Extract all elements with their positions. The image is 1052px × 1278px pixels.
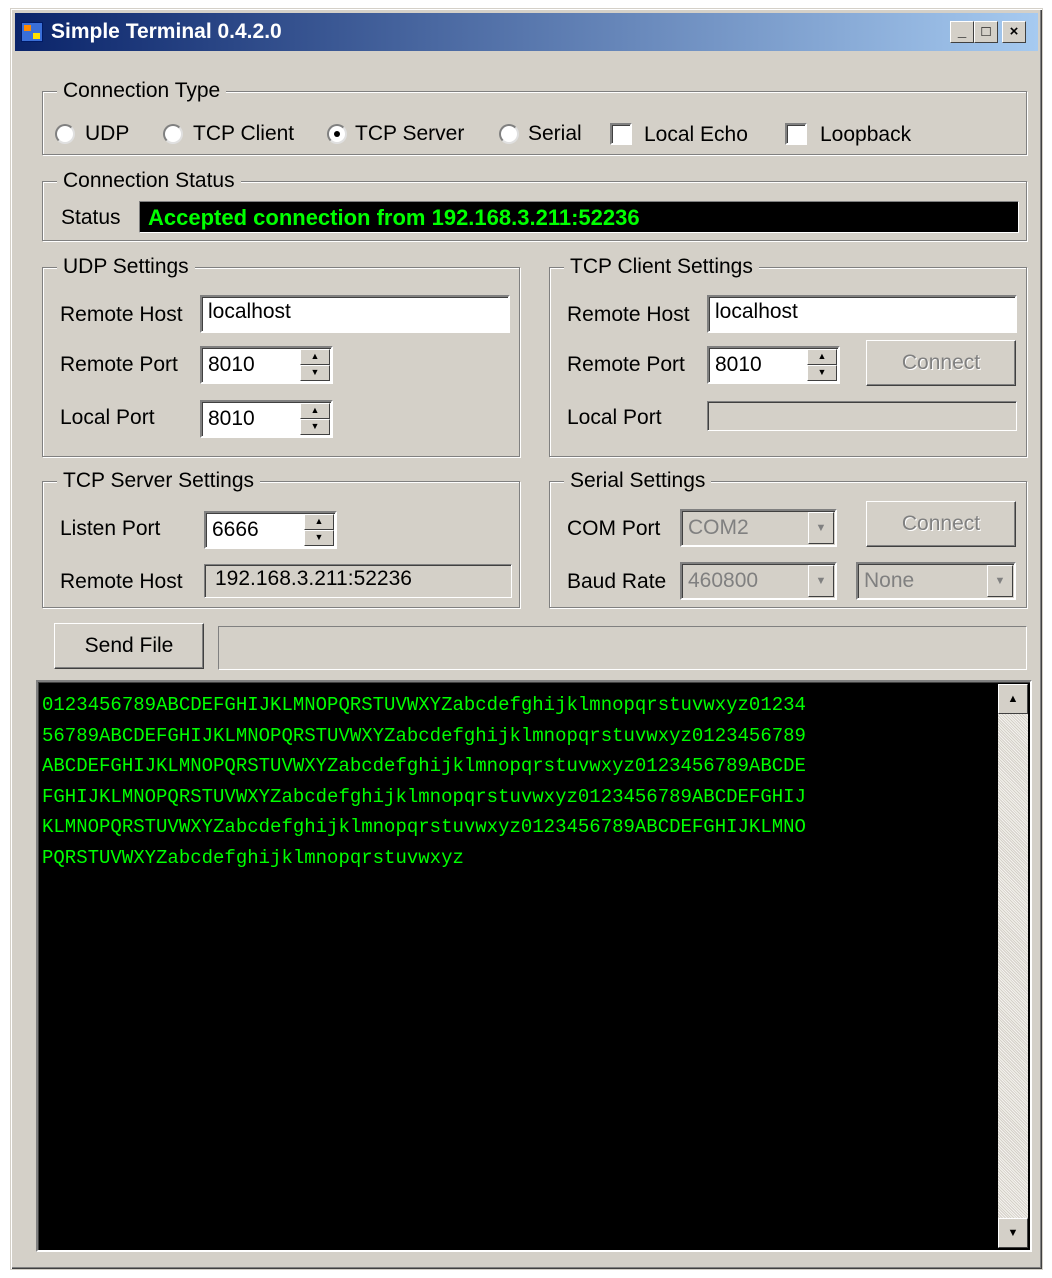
udp-local-port-label: Local Port — [60, 406, 155, 429]
udp-radio-label[interactable]: UDP — [85, 122, 129, 146]
local-echo-checkbox[interactable] — [610, 123, 632, 145]
status-display: Accepted connection from 192.168.3.211:5… — [139, 201, 1019, 233]
tcp-client-connect-button[interactable]: Connect — [866, 340, 1016, 386]
com-port-label: COM Port — [567, 517, 661, 540]
chevron-down-icon[interactable]: ▼ — [808, 565, 834, 597]
serial-settings-group: Serial Settings COM Port COM2 ▼ Connect … — [549, 469, 1027, 608]
window-title: Simple Terminal 0.4.2.0 — [51, 20, 282, 43]
tcp-server-settings-group: TCP Server Settings Listen Port 6666 ▲ ▼… — [42, 469, 520, 608]
spin-down-icon[interactable]: ▼ — [304, 530, 334, 546]
send-file-button[interactable]: Send File — [54, 623, 204, 669]
tcp-client-remote-port-stepper[interactable]: 8010 ▲ ▼ — [707, 346, 840, 384]
scroll-down-icon[interactable]: ▼ — [998, 1218, 1028, 1248]
serial-radio[interactable] — [499, 124, 519, 144]
connection-status-group: Connection Status Status Accepted connec… — [42, 169, 1027, 241]
udp-settings-group: UDP Settings Remote Host localhost Remot… — [42, 255, 520, 457]
udp-remote-port-label: Remote Port — [60, 353, 178, 376]
tcp-client-local-port-label: Local Port — [567, 406, 662, 429]
title-bar[interactable]: Simple Terminal 0.4.2.0 _ □ × — [15, 13, 1038, 51]
baud-rate-label: Baud Rate — [567, 570, 667, 593]
serial-radio-label[interactable]: Serial — [528, 122, 582, 146]
maximize-button[interactable]: □ — [974, 21, 998, 43]
spin-up-icon[interactable]: ▲ — [807, 349, 837, 365]
app-window: Simple Terminal 0.4.2.0 _ □ × Connection… — [10, 8, 1043, 1270]
loopback-label[interactable]: Loopback — [820, 123, 911, 147]
terminal-text: 0123456789ABCDEFGHIJKLMNOPQRSTUVWXYZabcd… — [42, 694, 806, 869]
tcp-server-radio[interactable] — [327, 124, 347, 144]
app-icon[interactable] — [21, 22, 43, 42]
loopback-checkbox[interactable] — [785, 123, 807, 145]
spin-up-icon[interactable]: ▲ — [304, 514, 334, 530]
tcp-client-remote-port-value: 8010 — [715, 353, 762, 376]
local-echo-label[interactable]: Local Echo — [644, 123, 748, 147]
listen-port-stepper[interactable]: 6666 ▲ ▼ — [204, 511, 337, 549]
spin-up-icon[interactable]: ▲ — [300, 349, 330, 365]
spin-down-icon[interactable]: ▼ — [300, 419, 330, 435]
tcp-client-remote-host-input[interactable]: localhost — [707, 295, 1017, 333]
udp-remote-port-stepper[interactable]: 8010 ▲ ▼ — [200, 346, 333, 384]
udp-remote-port-value: 8010 — [208, 353, 255, 376]
udp-remote-host-label: Remote Host — [60, 303, 183, 326]
tcp-client-remote-host-label: Remote Host — [567, 303, 690, 326]
com-port-select[interactable]: COM2 ▼ — [680, 509, 837, 547]
tcp-client-local-port-field — [707, 401, 1017, 431]
connection-type-legend: Connection Type — [57, 79, 227, 103]
close-button[interactable]: × — [1002, 21, 1026, 43]
connection-type-group: Connection Type UDP TCP Client TCP Serve… — [42, 79, 1027, 155]
listen-port-value: 6666 — [212, 518, 259, 541]
scroll-up-icon[interactable]: ▲ — [998, 684, 1028, 714]
parity-select[interactable]: None ▼ — [856, 562, 1016, 600]
udp-radio[interactable] — [55, 124, 75, 144]
tcp-client-radio[interactable] — [163, 124, 183, 144]
udp-local-port-stepper[interactable]: 8010 ▲ ▼ — [200, 400, 333, 438]
tcp-client-settings-group: TCP Client Settings Remote Host localhos… — [549, 255, 1027, 457]
chevron-down-icon[interactable]: ▼ — [987, 565, 1013, 597]
minimize-button[interactable]: _ — [950, 21, 974, 43]
udp-remote-host-input[interactable]: localhost — [200, 295, 510, 333]
serial-settings-legend: Serial Settings — [564, 469, 712, 493]
spin-down-icon[interactable]: ▼ — [300, 365, 330, 381]
chevron-down-icon[interactable]: ▼ — [808, 512, 834, 544]
tcp-client-settings-legend: TCP Client Settings — [564, 255, 759, 279]
listen-port-label: Listen Port — [60, 517, 161, 540]
send-file-progress-bar — [218, 626, 1027, 670]
connection-status-legend: Connection Status — [57, 169, 241, 193]
tcp-server-remote-host-label: Remote Host — [60, 570, 183, 593]
tcp-server-settings-legend: TCP Server Settings — [57, 469, 261, 493]
baud-rate-value: 460800 — [688, 569, 759, 592]
tcp-server-radio-label[interactable]: TCP Server — [355, 122, 464, 146]
tcp-client-radio-label[interactable]: TCP Client — [193, 122, 294, 146]
terminal-output[interactable]: 0123456789ABCDEFGHIJKLMNOPQRSTUVWXYZabcd… — [36, 680, 1032, 1252]
serial-connect-button[interactable]: Connect — [866, 501, 1016, 547]
spin-down-icon[interactable]: ▼ — [807, 365, 837, 381]
tcp-server-remote-host-field: 192.168.3.211:52236 — [204, 564, 512, 598]
spin-up-icon[interactable]: ▲ — [300, 403, 330, 419]
com-port-value: COM2 — [688, 516, 749, 539]
tcp-client-remote-port-label: Remote Port — [567, 353, 685, 376]
status-label: Status — [61, 206, 121, 229]
udp-settings-legend: UDP Settings — [57, 255, 195, 279]
parity-value: None — [864, 569, 915, 592]
baud-rate-select[interactable]: 460800 ▼ — [680, 562, 837, 600]
terminal-scrollbar[interactable]: ▲ ▼ — [998, 684, 1028, 1248]
udp-local-port-value: 8010 — [208, 407, 255, 430]
